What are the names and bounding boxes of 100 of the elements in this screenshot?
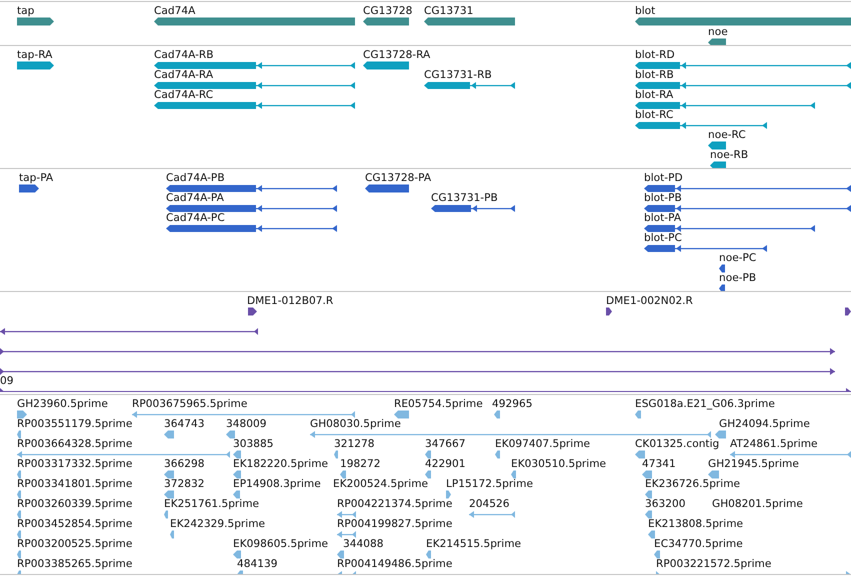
transcript-bar[interactable]: [710, 160, 726, 168]
clone-label: 09: [0, 375, 14, 387]
est-bar[interactable]: [426, 550, 431, 558]
protein-label: CG13731-PB: [431, 192, 498, 204]
est-bar[interactable]: [310, 430, 711, 438]
est-bar[interactable]: [446, 490, 451, 498]
gene-bar[interactable]: [424, 16, 515, 26]
gene-label: noe: [708, 26, 728, 38]
est-bar[interactable]: [645, 510, 652, 518]
gene-bar[interactable]: [17, 16, 54, 26]
est-bar[interactable]: [17, 530, 21, 538]
protein-bar[interactable]: [644, 224, 815, 232]
transcript-bar[interactable]: [708, 140, 726, 150]
protein-bar[interactable]: [166, 204, 337, 212]
transcript-bar[interactable]: [154, 100, 355, 110]
est-bar[interactable]: [340, 470, 346, 478]
est-label: EK214515.5prime: [426, 538, 522, 550]
est-bar[interactable]: [494, 410, 500, 418]
transcript-bar[interactable]: [635, 80, 851, 90]
est-bar[interactable]: [164, 430, 174, 438]
est-bar[interactable]: [648, 530, 655, 538]
protein-bar[interactable]: [644, 204, 851, 212]
protein-bar[interactable]: [365, 184, 409, 192]
est-bar[interactable]: [337, 510, 356, 518]
transcript-bar[interactable]: [635, 120, 767, 130]
est-bar[interactable]: [642, 470, 652, 478]
protein-bar[interactable]: [431, 204, 515, 212]
est-bar[interactable]: [233, 470, 241, 478]
est-bar[interactable]: [394, 410, 409, 418]
est-bar[interactable]: [132, 410, 355, 418]
est-bar[interactable]: [17, 450, 230, 458]
protein-label: CG13728-PA: [365, 172, 432, 184]
est-bar[interactable]: [635, 410, 641, 418]
est-label: EK030510.5prime: [511, 458, 606, 470]
protein-bar[interactable]: [644, 184, 851, 192]
clone-bar[interactable]: [0, 366, 835, 376]
est-bar[interactable]: [715, 430, 726, 438]
transcript-bar[interactable]: [154, 60, 355, 70]
transcript-label: CG13728-RA: [363, 49, 430, 61]
est-bar[interactable]: [17, 510, 21, 518]
transcript-bar[interactable]: [17, 60, 54, 70]
protein-bar[interactable]: [166, 224, 337, 232]
gene-bar[interactable]: [708, 38, 726, 45]
est-bar[interactable]: [233, 450, 241, 458]
est-bar[interactable]: [425, 470, 431, 478]
est-label: GH24094.5prime: [719, 418, 810, 430]
gene-bar[interactable]: [154, 16, 355, 26]
est-label: RP004221374.5prime: [337, 498, 452, 510]
est-bar[interactable]: [164, 490, 174, 498]
est-bar[interactable]: [708, 470, 719, 478]
est-bar[interactable]: [164, 470, 174, 478]
protein-label: blot-PC: [644, 232, 682, 244]
protein-bar[interactable]: [644, 244, 767, 252]
clone-bar[interactable]: [845, 306, 851, 316]
est-label: RP003664328.5prime: [17, 438, 132, 450]
protein-bar[interactable]: [166, 184, 337, 192]
est-bar[interactable]: [17, 410, 27, 418]
est-bar[interactable]: [495, 450, 500, 458]
est-bar[interactable]: [226, 430, 235, 438]
transcript-bar[interactable]: [363, 60, 409, 70]
est-bar[interactable]: [511, 470, 516, 478]
est-bar[interactable]: [233, 550, 241, 558]
est-label: RP003260339.5prime: [17, 498, 132, 510]
est-label: RE05754.5prime: [394, 398, 483, 410]
est-bar[interactable]: [730, 450, 851, 458]
protein-label: Cad74A-PA: [166, 192, 224, 204]
est-bar[interactable]: [17, 430, 21, 438]
clone-bar[interactable]: [0, 346, 835, 356]
est-bar[interactable]: [233, 490, 240, 498]
est-bar[interactable]: [164, 510, 168, 518]
transcript-bar[interactable]: [635, 60, 851, 70]
est-label: LP15172.5prime: [446, 478, 533, 490]
clone-bar[interactable]: [248, 306, 257, 316]
protein-bar[interactable]: [19, 184, 39, 192]
clone-bar[interactable]: [0, 326, 258, 336]
gene-bar[interactable]: [363, 16, 409, 26]
protein-label: noe-PB: [719, 272, 756, 284]
est-bar[interactable]: [337, 530, 356, 538]
protein-label: tap-PA: [19, 172, 54, 184]
est-bar[interactable]: [635, 450, 645, 458]
transcript-bar[interactable]: [424, 80, 515, 90]
transcript-bar[interactable]: [154, 80, 355, 90]
est-bar[interactable]: [654, 550, 660, 558]
est-bar[interactable]: [645, 490, 652, 498]
est-bar[interactable]: [17, 550, 21, 558]
est-bar[interactable]: [337, 550, 344, 558]
est-bar[interactable]: [170, 530, 174, 538]
est-bar[interactable]: [17, 490, 21, 498]
transcript-bar[interactable]: [635, 100, 815, 110]
est-bar[interactable]: [17, 470, 21, 478]
protein-label: blot-PD: [644, 172, 683, 184]
gene-bar[interactable]: [635, 16, 851, 26]
protein-bar[interactable]: [719, 284, 725, 291]
clone-bar[interactable]: [606, 306, 612, 316]
est-label: 366298: [164, 458, 204, 470]
est-bar[interactable]: [425, 450, 431, 458]
est-label: RP004149486.5prime: [337, 558, 452, 570]
est-bar[interactable]: [469, 510, 515, 518]
est-bar[interactable]: [334, 450, 338, 458]
protein-bar[interactable]: [719, 264, 725, 272]
